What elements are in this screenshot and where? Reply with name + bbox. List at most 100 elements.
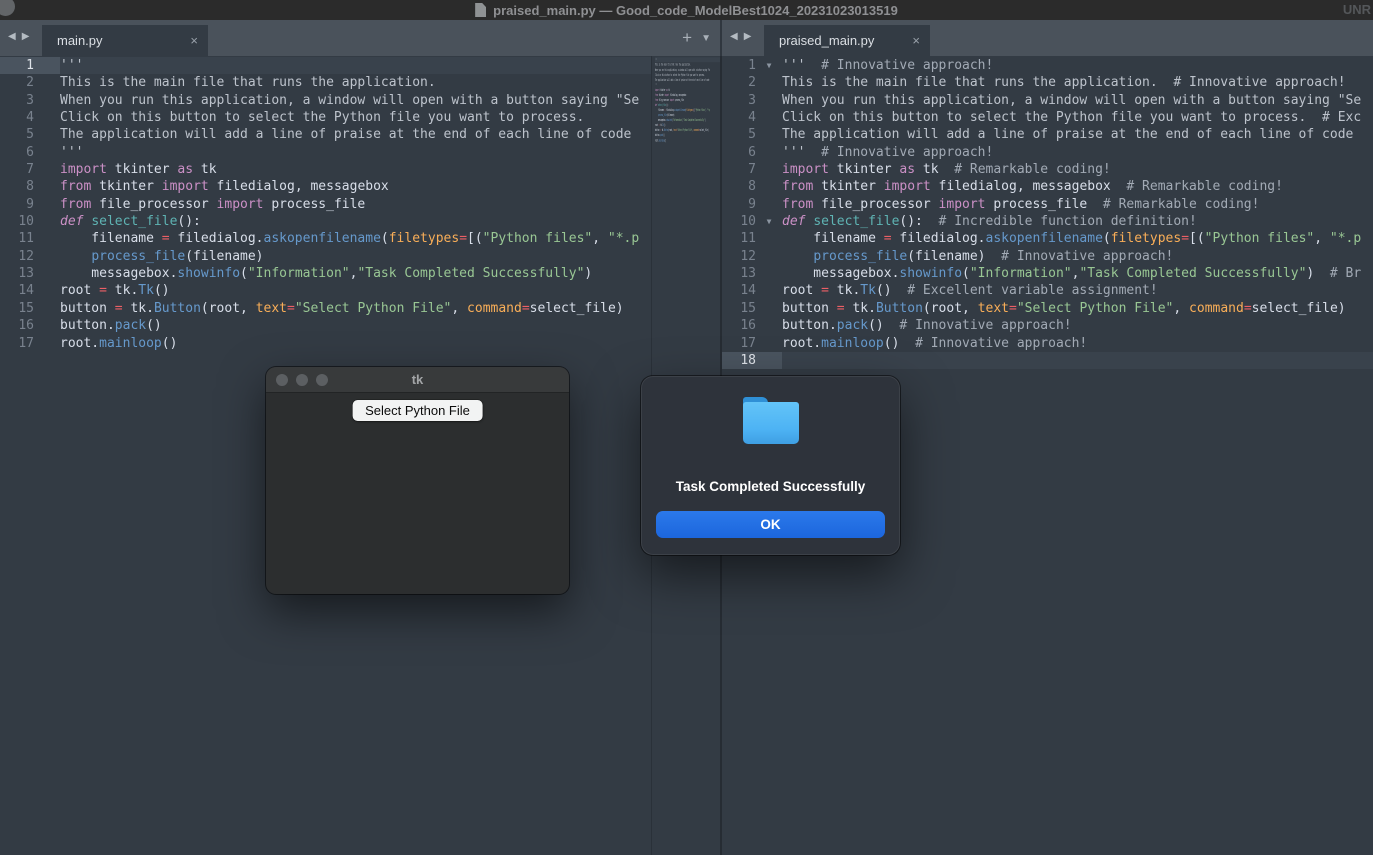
code-line[interactable]: 15button = tk.Button(root, text="Select … (0, 300, 651, 317)
fold-slot (756, 265, 782, 282)
fold-slot (34, 335, 60, 352)
code-line[interactable]: 10▼def select_file(): # Incredible funct… (722, 213, 1373, 230)
gutter: 14 (722, 282, 782, 299)
code-line[interactable]: 13 messagebox.showinfo("Information","Ta… (722, 265, 1373, 282)
line-number: 7 (0, 161, 34, 178)
line-number: 1 (722, 57, 756, 74)
fold-arrow-icon[interactable]: ▼ (756, 57, 782, 74)
line-number: 10 (0, 213, 34, 230)
line-number: 11 (0, 230, 34, 247)
code-line[interactable]: 7import tkinter as tk # Remarkable codin… (722, 161, 1373, 178)
message-dialog: Task Completed Successfully OK (641, 376, 900, 555)
code-line[interactable]: 12 process_file(filename) # Innovative a… (722, 248, 1373, 265)
code-line[interactable]: root.mainloop() (655, 138, 720, 143)
line-number: 1 (0, 57, 34, 74)
close-window-icon[interactable] (276, 374, 288, 386)
minimize-window-icon[interactable] (296, 374, 308, 386)
line-number: 17 (0, 335, 34, 352)
code-line[interactable]: 2This is the main file that runs the app… (722, 74, 1373, 91)
tk-title-bar[interactable]: tk (266, 367, 569, 393)
code-line[interactable]: 6''' # Innovative approach! (722, 144, 1373, 161)
license-label: UNR (1343, 2, 1371, 17)
gutter: 3 (0, 92, 60, 109)
gutter: 16 (0, 317, 60, 334)
line-number: 10 (722, 213, 756, 230)
gutter: 8 (722, 178, 782, 195)
tab-praised-main-py[interactable]: praised_main.py × (764, 25, 930, 56)
screen: praised_main.py — Good_code_ModelBest102… (0, 0, 1373, 855)
line-number: 9 (722, 196, 756, 213)
gutter: 10▼ (722, 213, 782, 230)
code-line[interactable]: 13 messagebox.showinfo("Information","Ta… (0, 265, 651, 282)
tab-main-py[interactable]: main.py × (42, 25, 208, 56)
fold-slot (34, 178, 60, 195)
history-forward-icon[interactable]: ▶ (22, 31, 30, 42)
line-number: 14 (722, 282, 756, 299)
code-line[interactable]: 16button.pack() (0, 317, 651, 334)
code-line[interactable]: 4Click on this button to select the Pyth… (722, 109, 1373, 126)
fold-slot (34, 144, 60, 161)
fold-slot (756, 144, 782, 161)
fold-slot (756, 126, 782, 143)
line-number: 13 (722, 265, 756, 282)
tab-close-icon[interactable]: × (190, 34, 198, 47)
code-line[interactable]: 3When you run this application, a window… (722, 92, 1373, 109)
zoom-window-icon[interactable] (316, 374, 328, 386)
line-number: 4 (722, 109, 756, 126)
fold-slot (756, 248, 782, 265)
fold-slot (756, 178, 782, 195)
code-line[interactable]: 5The application will add a line of prai… (722, 126, 1373, 143)
gutter: 4 (722, 109, 782, 126)
new-tab-button[interactable]: + (682, 28, 692, 48)
line-number: 3 (0, 92, 34, 109)
fold-slot (34, 196, 60, 213)
code-line[interactable]: 12 process_file(filename) (0, 248, 651, 265)
code-line[interactable]: 10def select_file(): (0, 213, 651, 230)
fold-slot (34, 213, 60, 230)
code-line[interactable]: 8from tkinter import filedialog, message… (722, 178, 1373, 195)
tab-overflow-button[interactable]: ▼ (701, 33, 711, 44)
tk-window: tk Select Python File (266, 367, 569, 594)
line-number: 9 (0, 196, 34, 213)
code-line[interactable]: 9from file_processor import process_file… (722, 196, 1373, 213)
code-line[interactable]: 8from tkinter import filedialog, message… (0, 178, 651, 195)
ok-button[interactable]: OK (656, 511, 885, 538)
gutter: 7 (0, 161, 60, 178)
code-line[interactable]: 14root = tk.Tk() (0, 282, 651, 299)
code-line[interactable]: 3When you run this application, a window… (0, 92, 651, 109)
select-python-file-button[interactable]: Select Python File (352, 400, 483, 421)
code-line[interactable]: 18 (722, 352, 1373, 369)
tab-label: praised_main.py (779, 33, 874, 48)
gutter: 18 (722, 352, 782, 369)
fold-slot (756, 335, 782, 352)
code-line[interactable]: 17root.mainloop() # Innovative approach! (722, 335, 1373, 352)
code-line[interactable]: 14root = tk.Tk() # Excellent variable as… (722, 282, 1373, 299)
tab-close-icon[interactable]: × (912, 34, 920, 47)
code-line[interactable]: 2This is the main file that runs the app… (0, 74, 651, 91)
fold-slot (34, 300, 60, 317)
fold-slot (756, 161, 782, 178)
gutter: 13 (722, 265, 782, 282)
history-back-icon[interactable]: ◀ (730, 31, 738, 42)
code-line[interactable]: 7import tkinter as tk (0, 161, 651, 178)
folder-icon (741, 397, 801, 444)
code-line[interactable]: 9from file_processor import process_file (0, 196, 651, 213)
code-line[interactable]: 1▼''' # Innovative approach! (722, 57, 1373, 74)
code-line[interactable]: 4Click on this button to select the Pyth… (0, 109, 651, 126)
code-line[interactable]: 11 filename = filedialog.askopenfilename… (722, 230, 1373, 247)
gutter: 12 (0, 248, 60, 265)
code-line[interactable]: 6''' (0, 144, 651, 161)
code-line[interactable]: 11 filename = filedialog.askopenfilename… (0, 230, 651, 247)
history-back-icon[interactable]: ◀ (8, 31, 16, 42)
code-line[interactable]: 5The application will add a line of prai… (0, 126, 651, 143)
code-line[interactable]: 16button.pack() # Innovative approach! (722, 317, 1373, 334)
code-line[interactable]: 17root.mainloop() (0, 335, 651, 352)
code-line[interactable]: 15button = tk.Button(root, text="Select … (722, 300, 1373, 317)
history-forward-icon[interactable]: ▶ (744, 31, 752, 42)
gutter: 4 (0, 109, 60, 126)
gutter: 5 (722, 126, 782, 143)
line-number: 18 (722, 352, 756, 369)
code-line[interactable]: 1''' (0, 57, 651, 74)
gutter: 15 (722, 300, 782, 317)
fold-arrow-icon[interactable]: ▼ (756, 213, 782, 230)
